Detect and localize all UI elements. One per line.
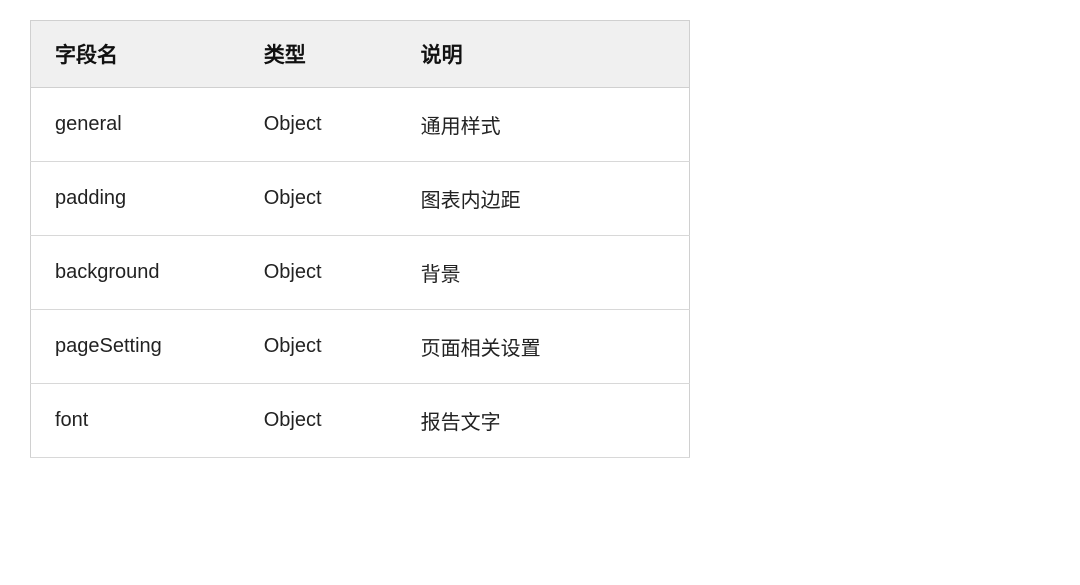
cell-type: Object <box>240 310 397 384</box>
cell-field: general <box>31 88 240 162</box>
header-description: 说明 <box>397 21 690 88</box>
cell-field: font <box>31 384 240 458</box>
data-table: 字段名 类型 说明 generalObject通用样式paddingObject… <box>30 20 690 458</box>
table-row: generalObject通用样式 <box>31 88 690 162</box>
table-row: paddingObject图表内边距 <box>31 162 690 236</box>
cell-type: Object <box>240 162 397 236</box>
cell-description: 页面相关设置 <box>397 310 690 384</box>
header-field: 字段名 <box>31 21 240 88</box>
table-row: pageSettingObject页面相关设置 <box>31 310 690 384</box>
cell-field: pageSetting <box>31 310 240 384</box>
header-type: 类型 <box>240 21 397 88</box>
cell-type: Object <box>240 384 397 458</box>
table-row: fontObject报告文字 <box>31 384 690 458</box>
cell-description: 通用样式 <box>397 88 690 162</box>
table-header-row: 字段名 类型 说明 <box>31 21 690 88</box>
cell-description: 报告文字 <box>397 384 690 458</box>
cell-description: 图表内边距 <box>397 162 690 236</box>
cell-field: padding <box>31 162 240 236</box>
cell-field: background <box>31 236 240 310</box>
table-row: backgroundObject背景 <box>31 236 690 310</box>
cell-type: Object <box>240 88 397 162</box>
cell-type: Object <box>240 236 397 310</box>
cell-description: 背景 <box>397 236 690 310</box>
table-container: 字段名 类型 说明 generalObject通用样式paddingObject… <box>30 20 690 458</box>
